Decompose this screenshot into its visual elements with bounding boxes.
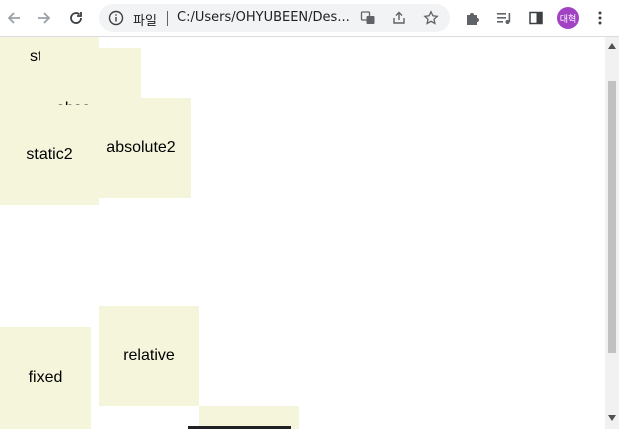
vertical-scrollbar[interactable] — [605, 37, 619, 429]
scroll-down-arrow[interactable] — [607, 413, 617, 423]
relative-box-label: relative — [123, 347, 175, 364]
scroll-up-arrow[interactable] — [607, 41, 617, 51]
kebab-menu-icon — [598, 11, 602, 25]
arrow-right-icon — [38, 12, 51, 24]
reload-icon — [70, 12, 82, 24]
static-box-2: static2 — [0, 105, 99, 205]
triangle-down-icon — [608, 415, 616, 421]
back-button[interactable] — [2, 6, 26, 30]
media-queue-icon — [497, 13, 511, 24]
side-panel-button[interactable] — [524, 6, 548, 30]
page-viewport: st absolute1 static2 absolute2 fixed rel… — [0, 37, 605, 429]
fixed-box-label: fixed — [28, 369, 63, 386]
extensions-button[interactable] — [460, 6, 484, 30]
info-icon[interactable] — [108, 10, 124, 26]
browser-toolbar: 파일 C:/Users/OHYUBEEN/Des... 대혁 — [0, 0, 619, 37]
absolute-box-2: absolute2 — [91, 98, 191, 198]
profile-avatar[interactable]: 대혁 — [557, 7, 579, 29]
reload-button[interactable] — [64, 6, 88, 30]
fixed-box: fixed — [0, 327, 91, 429]
omnibox-divider — [167, 11, 168, 26]
site-label: 파일 — [133, 14, 157, 29]
triangle-up-icon — [608, 43, 616, 49]
absolute-box-2-label: absolute2 — [106, 139, 176, 156]
relative-box: relative — [99, 306, 199, 406]
star-icon — [423, 10, 439, 25]
share-button[interactable] — [389, 8, 409, 28]
share-icon — [393, 11, 405, 24]
forward-button[interactable] — [32, 6, 56, 30]
translate-icon — [360, 11, 375, 24]
url-text[interactable]: C:/Users/OHYUBEEN/Des... — [177, 10, 350, 25]
static-box-2-label: static2 — [26, 146, 73, 163]
bookmark-button[interactable] — [421, 8, 441, 28]
arrow-left-icon — [7, 12, 20, 24]
translate-button[interactable] — [358, 8, 378, 28]
side-panel-icon — [529, 11, 543, 25]
scroll-thumb[interactable] — [608, 81, 616, 353]
menu-button[interactable] — [588, 6, 612, 30]
address-bar[interactable]: 파일 C:/Users/OHYUBEEN/Des... — [99, 4, 450, 32]
puzzle-icon — [467, 13, 479, 25]
media-button[interactable] — [492, 6, 516, 30]
